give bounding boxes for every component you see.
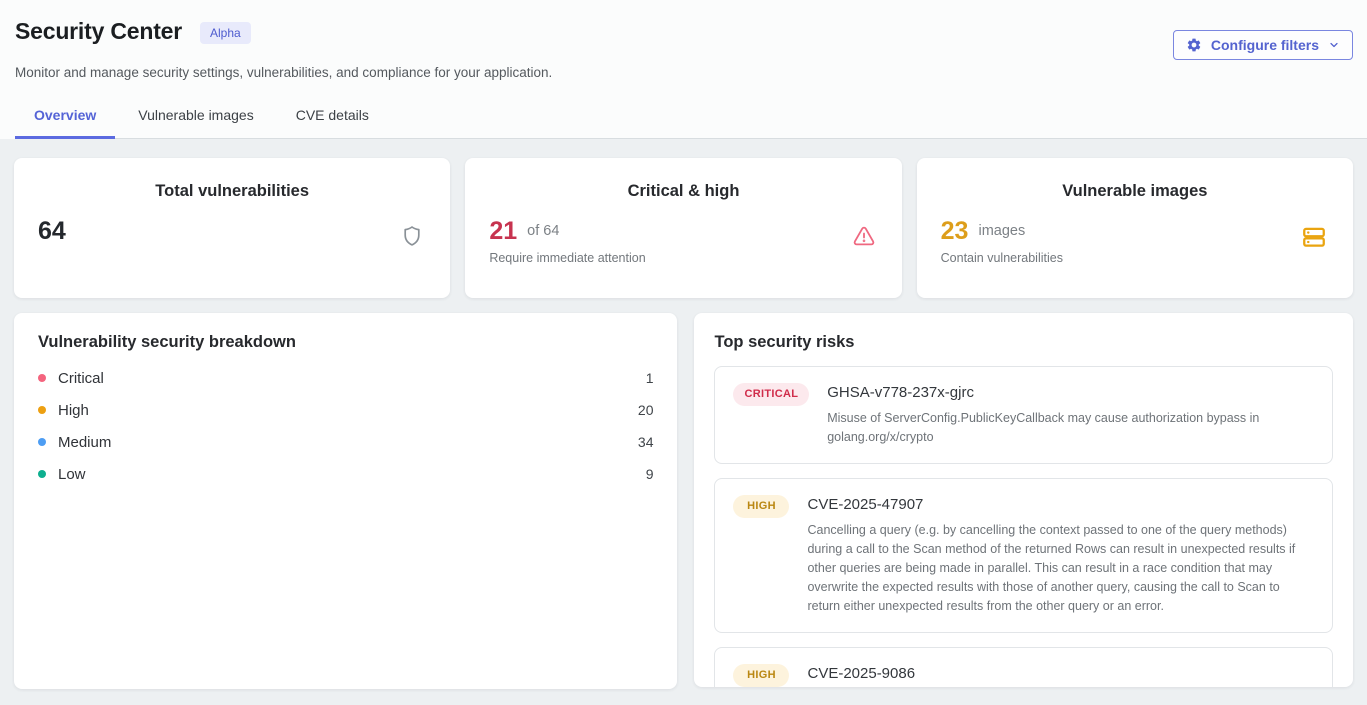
configure-filters-button[interactable]: Configure filters [1173, 30, 1353, 60]
stat-value-row: 64 [38, 217, 426, 245]
stat-value-suffix: of 64 [527, 223, 559, 239]
gear-icon [1186, 37, 1202, 53]
risk-id: CVE-2025-9086 [807, 664, 1314, 684]
breakdown-value: 1 [646, 370, 654, 386]
vulnerability-breakdown-card: Vulnerability security breakdown Critica… [14, 313, 677, 689]
tab-cve-details[interactable]: CVE details [277, 97, 388, 139]
title-row: Security Center Alpha Configure filters [0, 17, 1367, 61]
shield-icon [400, 224, 424, 253]
alpha-badge: Alpha [200, 22, 251, 44]
main-content: Total vulnerabilities 64 Critical & high… [0, 139, 1367, 689]
breakdown-value: 34 [638, 434, 654, 450]
tab-overview[interactable]: Overview [15, 97, 115, 139]
total-vulnerabilities-value: 64 [38, 217, 66, 245]
medium-dot-icon [38, 438, 46, 446]
risk-item-cve-2025-47907[interactable]: HIGH CVE-2025-47907 Cancelling a query (… [714, 478, 1333, 633]
breakdown-label: Critical [58, 370, 104, 387]
risk-body: GHSA-v778-237x-gjrc Misuse of ServerConf… [827, 383, 1314, 447]
top-risks-title: Top security risks [714, 333, 1333, 352]
breakdown-row-critical: Critical 1 [38, 362, 653, 394]
breakdown-row-medium: Medium 34 [38, 426, 653, 458]
page-title: Security Center [15, 17, 182, 45]
tab-bar: Overview Vulnerable images CVE details [15, 97, 1367, 139]
alert-triangle-icon [852, 224, 876, 253]
breakdown-row-high: High 20 [38, 394, 653, 426]
chevron-down-icon [1328, 39, 1340, 51]
stat-card-vulnerable-images: Vulnerable images 23 images Contain vuln… [917, 158, 1353, 298]
breakdown-label: Medium [58, 434, 111, 451]
breakdown-rows: Critical 1 High 20 Medium 34 Low 9 [38, 362, 653, 490]
risk-description: Cancelling a query (e.g. by cancelling t… [807, 521, 1314, 616]
critical-dot-icon [38, 374, 46, 382]
low-dot-icon [38, 470, 46, 478]
risk-body: CVE-2025-9086 [807, 664, 1314, 687]
stat-card-subtitle: Contain vulnerabilities [941, 251, 1329, 265]
stat-value-row: 23 images [941, 217, 1329, 245]
stat-card-subtitle: Require immediate attention [489, 251, 877, 265]
stat-card-critical-high: Critical & high 21 of 64 Require immedia… [465, 158, 901, 298]
risk-body: CVE-2025-47907 Cancelling a query (e.g. … [807, 495, 1314, 616]
bottom-row: Vulnerability security breakdown Critica… [14, 313, 1353, 689]
breakdown-row-low: Low 9 [38, 458, 653, 490]
stat-card-total-vulnerabilities: Total vulnerabilities 64 [14, 158, 450, 298]
severity-badge-high: HIGH [733, 664, 789, 687]
configure-filters-label: Configure filters [1211, 37, 1319, 53]
vulnerable-images-value: 23 [941, 217, 969, 245]
critical-high-value: 21 [489, 217, 517, 245]
severity-badge-critical: CRITICAL [733, 383, 809, 406]
stat-card-title: Total vulnerabilities [14, 182, 450, 201]
risk-item-ghsa-v778-237x-gjrc[interactable]: CRITICAL GHSA-v778-237x-gjrc Misuse of S… [714, 366, 1333, 464]
risk-id: GHSA-v778-237x-gjrc [827, 383, 1314, 403]
breakdown-title: Vulnerability security breakdown [38, 333, 653, 352]
stat-card-title: Critical & high [465, 182, 901, 201]
stat-card-title: Vulnerable images [917, 182, 1353, 201]
page-header: Security Center Alpha Configure filters … [0, 0, 1367, 139]
page-subtitle: Monitor and manage security settings, vu… [0, 65, 1367, 80]
breakdown-label: Low [58, 466, 86, 483]
breakdown-value: 9 [646, 466, 654, 482]
stat-value-row: 21 of 64 [489, 217, 877, 245]
tab-vulnerable-images[interactable]: Vulnerable images [119, 97, 272, 139]
severity-badge-high: HIGH [733, 495, 789, 518]
breakdown-value: 20 [638, 402, 654, 418]
stat-value-suffix: images [978, 223, 1025, 239]
breakdown-label: High [58, 402, 89, 419]
risk-id: CVE-2025-47907 [807, 495, 1314, 515]
stat-card-row: Total vulnerabilities 64 Critical & high… [14, 158, 1353, 298]
server-icon [1301, 224, 1327, 255]
risk-item-cve-2025-9086[interactable]: HIGH CVE-2025-9086 [714, 647, 1333, 687]
risk-description: Misuse of ServerConfig.PublicKeyCallback… [827, 409, 1314, 447]
high-dot-icon [38, 406, 46, 414]
top-security-risks-card: Top security risks CRITICAL GHSA-v778-23… [694, 313, 1353, 687]
